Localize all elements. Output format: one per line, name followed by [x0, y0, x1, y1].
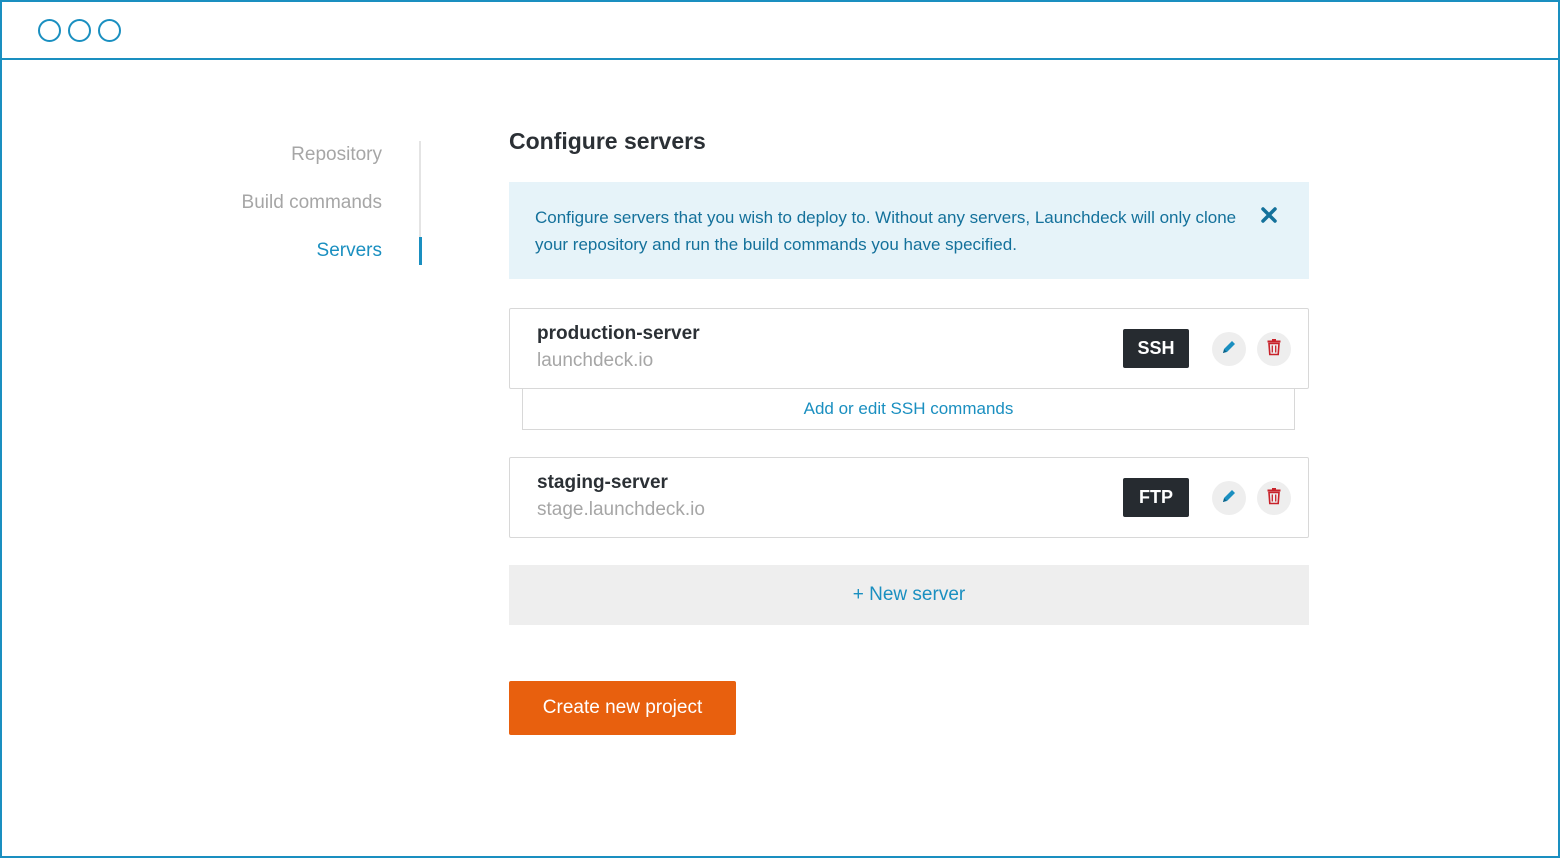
notice-text: Configure servers that you wish to deplo…	[535, 208, 1237, 254]
delete-server-button[interactable]	[1257, 481, 1291, 515]
app-window: Repository Build commands Servers Config…	[0, 0, 1560, 858]
server-name: staging-server	[537, 472, 668, 493]
sidebar-item-servers[interactable]: Servers	[317, 240, 382, 262]
settings-sidebar: Repository Build commands Servers	[202, 139, 424, 267]
edit-server-button[interactable]	[1212, 481, 1246, 515]
add-ssh-commands-button[interactable]: Add or edit SSH commands	[522, 388, 1295, 430]
server-card-staging: staging-server stage.launchdeck.io FTP	[509, 457, 1309, 538]
window-close-control[interactable]	[38, 19, 61, 42]
info-notice: Configure servers that you wish to deplo…	[509, 182, 1309, 279]
window-maximize-control[interactable]	[98, 19, 121, 42]
sidebar-item-build-commands[interactable]: Build commands	[242, 192, 382, 214]
edit-server-button[interactable]	[1212, 332, 1246, 366]
title-bar	[2, 2, 1558, 60]
sidebar-active-indicator	[419, 237, 422, 265]
trash-icon	[1266, 338, 1282, 361]
server-name: production-server	[537, 323, 700, 344]
page-title: Configure servers	[509, 128, 706, 154]
pencil-icon	[1220, 338, 1238, 361]
create-project-button[interactable]: Create new project	[509, 681, 736, 735]
protocol-badge: SSH	[1123, 329, 1189, 368]
delete-server-button[interactable]	[1257, 332, 1291, 366]
pencil-icon	[1220, 487, 1238, 510]
sidebar-item-repository[interactable]: Repository	[291, 144, 382, 166]
close-icon[interactable]	[1260, 206, 1278, 224]
server-host: stage.launchdeck.io	[537, 499, 705, 520]
server-card-production: production-server launchdeck.io SSH	[509, 308, 1309, 389]
server-host: launchdeck.io	[537, 350, 654, 371]
trash-icon	[1266, 487, 1282, 510]
protocol-badge: FTP	[1123, 478, 1189, 517]
window-minimize-control[interactable]	[68, 19, 91, 42]
new-server-button[interactable]: + New server	[509, 565, 1309, 625]
